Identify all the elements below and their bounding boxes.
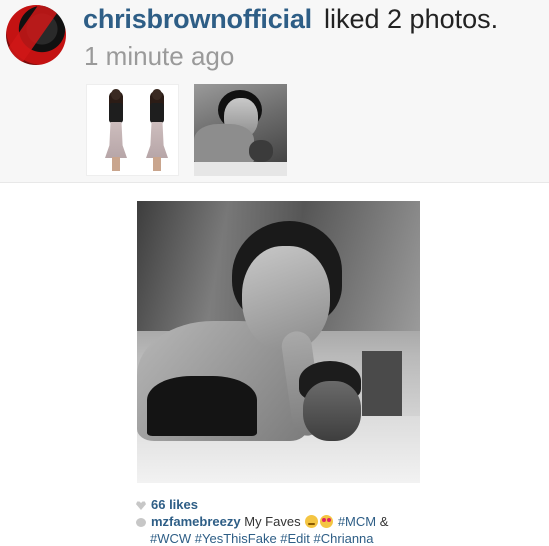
notification-username[interactable]: chrisbrownofficial: [83, 4, 312, 35]
likes-count-row[interactable]: 66 likes: [136, 497, 198, 512]
avatar[interactable]: [6, 5, 66, 65]
model-figure: [101, 89, 131, 173]
caption-text: My Faves: [244, 514, 301, 529]
liked-photo-thumbnail-1[interactable]: [86, 84, 179, 176]
hashtag-link[interactable]: #MCM: [338, 514, 376, 529]
caption-hashtags[interactable]: #WCW #YesThisFake #Edit #Chrianna: [150, 531, 374, 546]
heart-eyes-emoji-icon: [320, 515, 334, 528]
notification-row[interactable]: chrisbrownofficial liked 2 photos. 1 min…: [0, 0, 549, 183]
notification-action: liked 2 photos.: [324, 4, 499, 34]
caption-line: mzfamebreezy My Faves #MCM &: [136, 514, 388, 529]
heart-icon: [136, 501, 146, 510]
caption-ampersand: &: [379, 514, 389, 529]
likes-count[interactable]: 66 likes: [151, 497, 198, 512]
liked-photo-thumbnail-2[interactable]: [194, 84, 287, 176]
comment-icon: [136, 518, 146, 527]
smiling-blush-emoji-icon: [305, 515, 319, 528]
caption-author[interactable]: mzfamebreezy: [151, 514, 241, 529]
post-photo[interactable]: [137, 201, 420, 483]
notification-timestamp: 1 minute ago: [84, 41, 235, 71]
model-figure: [142, 89, 172, 173]
